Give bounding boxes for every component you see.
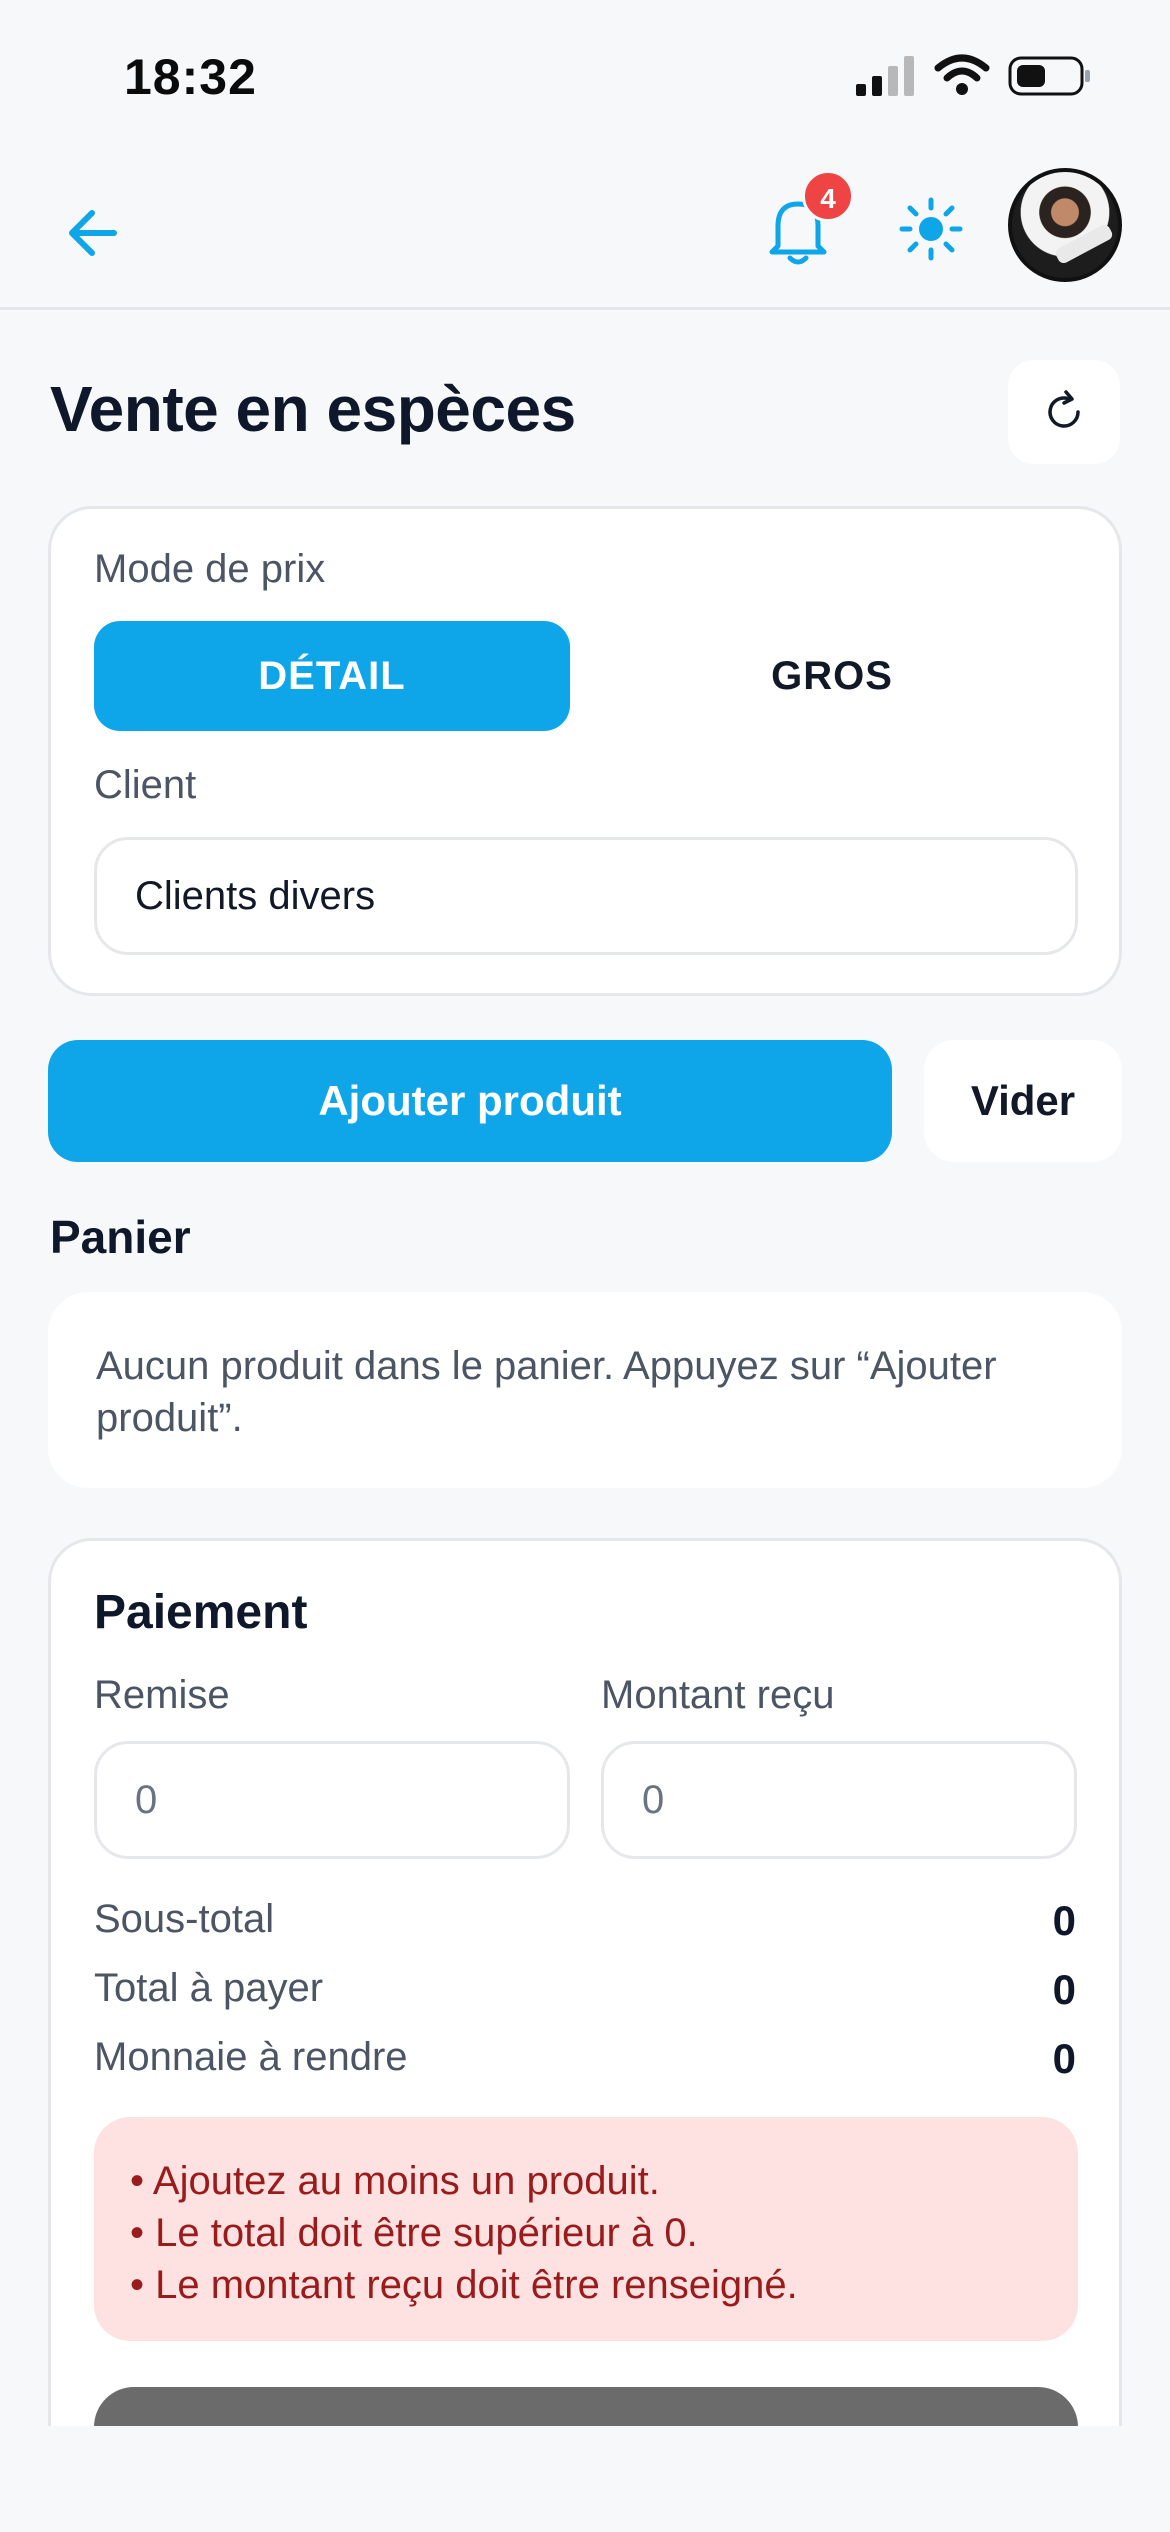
price-mode-label: Mode de prix [94,547,326,591]
cart-title: Panier [50,1211,191,1263]
discount-input[interactable]: 0 [94,1741,570,1859]
subtotal-value: 0 [1052,1897,1076,1944]
change-due-label: Monnaie à rendre [94,2035,408,2079]
page-title: Vente en espèces [50,373,576,445]
add-product-button[interactable]: Ajouter produit [48,1040,892,1162]
discount-label: Remise [94,1673,230,1717]
received-amount-input[interactable]: 0 [601,1741,1077,1859]
total-due-label: Total à payer [94,1966,324,2010]
app-header [0,150,1170,310]
error-item: • Le montant reçu doit être renseigné. [130,2263,798,2307]
received-amount-placeholder: 0 [642,1777,665,1822]
refresh-button[interactable] [1008,360,1120,464]
price-mode-card: Mode de prix DÉTAIL GROS Client Clients … [48,506,1122,996]
refresh-icon [1048,390,1080,428]
change-due-value: 0 [1052,2035,1076,2082]
price-mode-gros-button[interactable]: GROS [594,621,1070,731]
total-due-value: 0 [1052,1966,1076,2013]
validation-errors: • Ajoutez au moins un produit. • Le tota… [94,2117,1078,2341]
back-arrow-icon[interactable] [62,198,132,268]
client-label: Client [94,763,197,807]
error-item: • Ajoutez au moins un produit. [130,2159,660,2203]
price-mode-detail-button[interactable]: DÉTAIL [94,621,570,731]
status-time: 18:32 [124,49,257,105]
avatar[interactable] [1008,168,1122,282]
notification-badge: 4 [802,170,854,222]
bottom-safe-area [0,2426,1170,2532]
client-value: Clients divers [135,873,376,918]
sun-icon[interactable] [896,194,966,264]
subtotal-label: Sous-total [94,1897,275,1941]
client-select[interactable]: Clients divers [94,837,1078,955]
payment-card: Paiement Remise Montant reçu 0 0 Sous-to… [48,1538,1122,2532]
status-bar: 18:32 [0,0,1170,150]
received-amount-label: Montant reçu [601,1673,835,1717]
clear-cart-button[interactable]: Vider [924,1040,1122,1162]
wifi-icon [934,54,990,95]
empty-cart-message: Aucun produit dans le panier. Appuyez su… [48,1292,1122,1488]
error-item: • Le total doit être supérieur à 0. [130,2211,698,2255]
battery-icon [1008,56,1090,96]
discount-placeholder: 0 [135,1777,158,1822]
cellular-signal-icon [856,56,914,96]
payment-title: Paiement [94,1586,308,1639]
